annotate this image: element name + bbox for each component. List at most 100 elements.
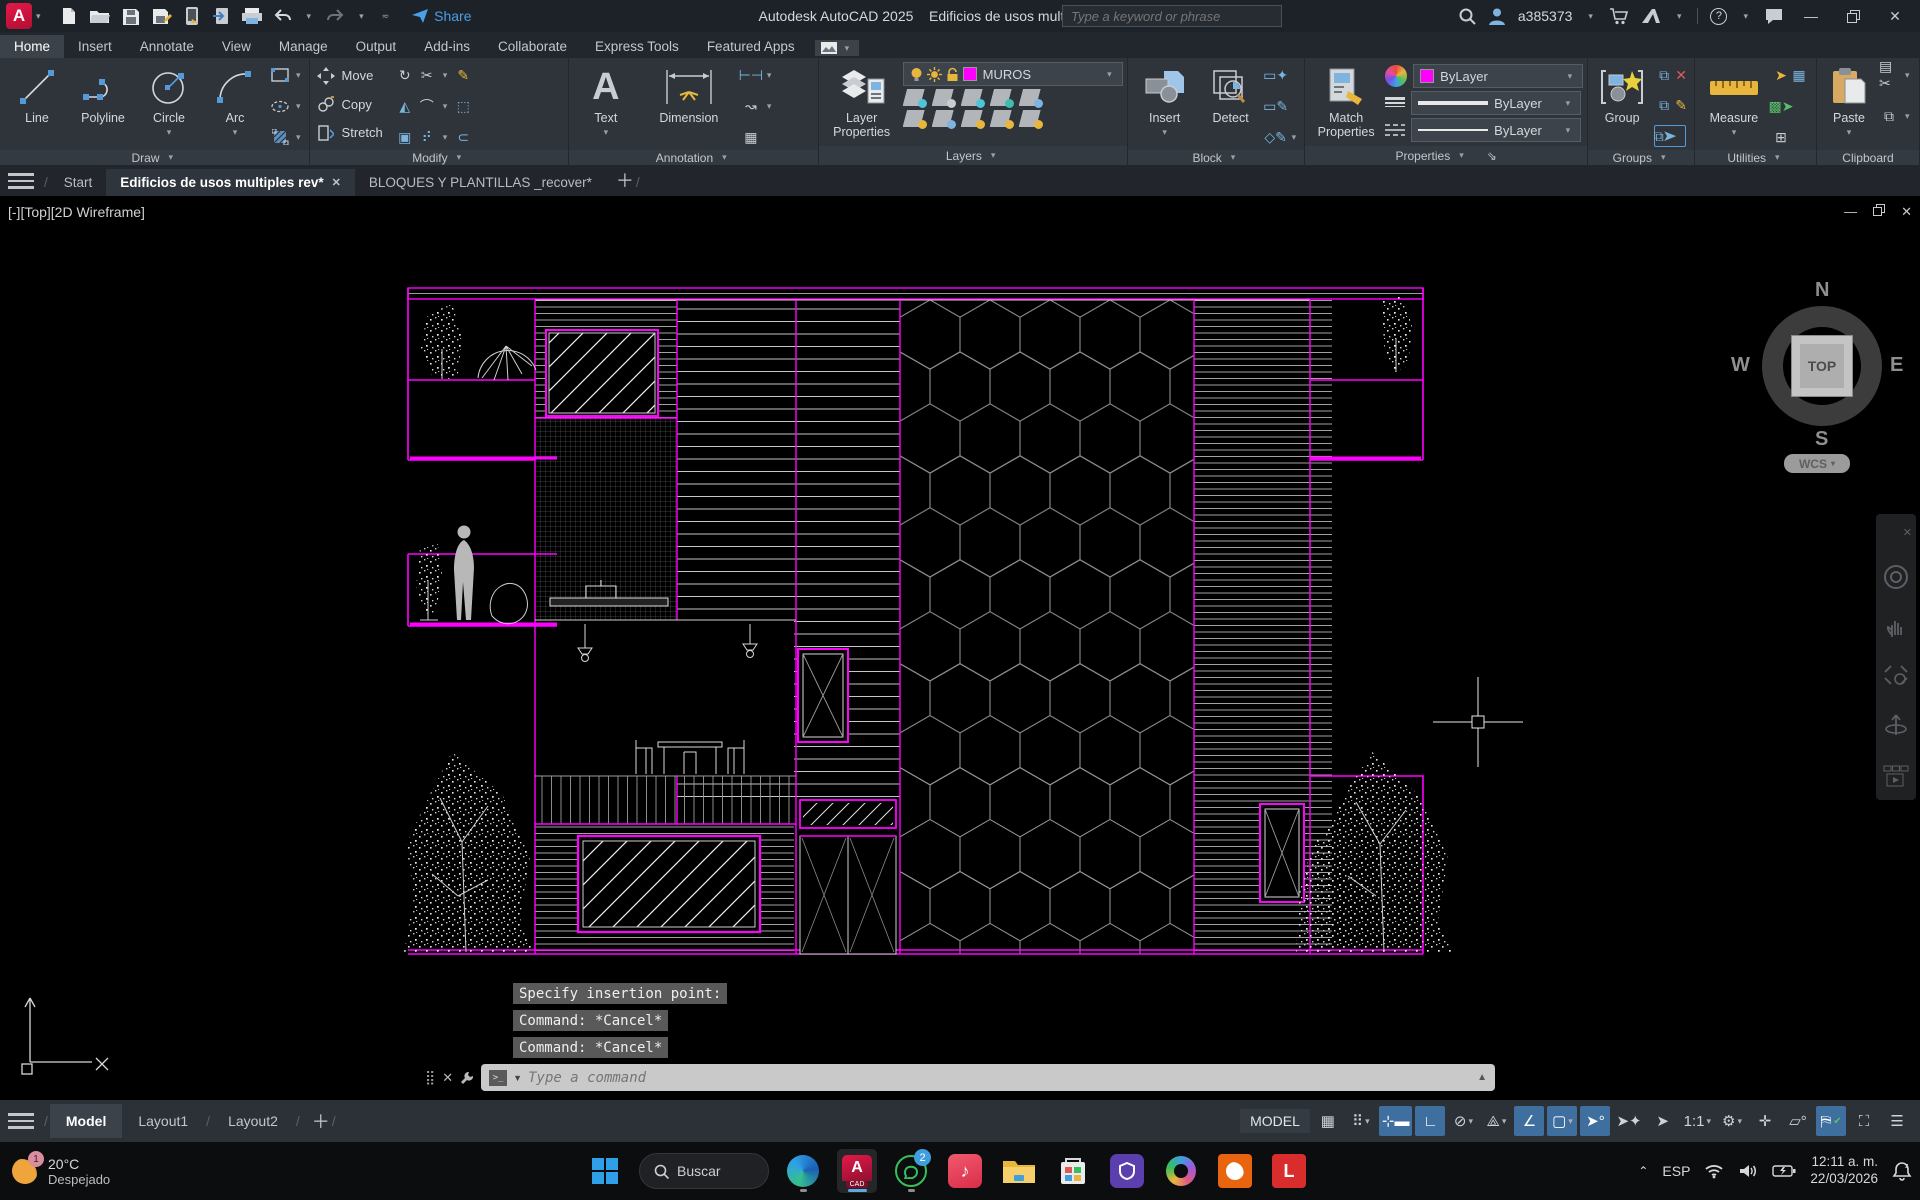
start-button[interactable] bbox=[585, 1149, 625, 1193]
layer-unlock-icon[interactable] bbox=[946, 67, 959, 82]
keyword-search-input[interactable] bbox=[1062, 5, 1282, 27]
select-similar-icon[interactable]: ▩➤ bbox=[1771, 96, 1791, 116]
layer-on-bulb-icon[interactable] bbox=[910, 67, 923, 82]
ellipse-caret-icon[interactable]: ▾ bbox=[296, 101, 301, 112]
line-button[interactable]: Line bbox=[6, 62, 68, 146]
file-tab-doc2[interactable]: BLOQUES Y PLANTILLAS _recover* bbox=[355, 169, 606, 196]
customize-wrench-icon[interactable] bbox=[459, 1070, 475, 1086]
viewcube[interactable]: N S W E TOP bbox=[1762, 306, 1882, 426]
group-edit-icon[interactable]: ⧉ bbox=[1654, 95, 1674, 115]
customize-status-icon[interactable]: ☰ bbox=[1882, 1106, 1912, 1136]
layer-unlock2-icon[interactable] bbox=[990, 110, 1012, 127]
arc-button[interactable]: Arc▾ bbox=[204, 62, 266, 146]
clean-screen-icon[interactable]: ⛶ bbox=[1849, 1106, 1879, 1136]
minimize-button[interactable]: — bbox=[1796, 1, 1826, 31]
notification-bell-icon[interactable]: z bbox=[1892, 1161, 1912, 1181]
measure-caret-icon[interactable]: ▾ bbox=[1732, 127, 1737, 138]
export-icon[interactable] bbox=[211, 7, 231, 25]
group-button[interactable]: Group bbox=[1594, 62, 1650, 146]
pan-hand-icon[interactable] bbox=[1884, 615, 1908, 639]
match-properties-button[interactable]: Match Properties bbox=[1311, 62, 1381, 146]
help-caret-icon[interactable]: ▾ bbox=[1743, 11, 1748, 22]
array-caret-icon[interactable]: ▾ bbox=[443, 132, 448, 143]
tab-annotate[interactable]: Annotate bbox=[126, 35, 208, 58]
save-as-icon[interactable] bbox=[151, 7, 173, 25]
help-icon[interactable]: ? bbox=[1710, 8, 1727, 25]
viewport-restore-icon[interactable] bbox=[1873, 204, 1885, 220]
isometric-drafting-toggle[interactable]: ⟁▾ bbox=[1481, 1106, 1511, 1136]
polar-tracking-toggle[interactable]: ⊘▾ bbox=[1448, 1106, 1478, 1136]
drawing-canvas[interactable]: [-][Top][2D Wireframe] — ✕ N S W E TOP W… bbox=[0, 196, 1920, 1100]
linetype-select[interactable]: ByLayer▾ bbox=[1411, 118, 1581, 142]
music-icon[interactable]: ♪ bbox=[945, 1149, 985, 1193]
model-space-indicator[interactable]: MODEL bbox=[1240, 1109, 1310, 1133]
rotate-icon[interactable]: ↻ bbox=[395, 65, 415, 85]
panel-label-draw[interactable]: Draw▾ bbox=[0, 150, 309, 165]
tab-manage[interactable]: Manage bbox=[265, 35, 342, 58]
create-block-icon[interactable]: ▭✦ bbox=[1266, 65, 1286, 85]
table-icon[interactable]: ▦ bbox=[741, 127, 761, 147]
dim-linear-caret-icon[interactable]: ▾ bbox=[767, 70, 772, 81]
viewcube-south[interactable]: S bbox=[1815, 428, 1828, 451]
language-indicator[interactable]: ESP bbox=[1662, 1163, 1690, 1179]
dim-linear-icon[interactable]: ⊢⊣ bbox=[741, 65, 761, 85]
snap-toggle[interactable]: ⠿▾ bbox=[1346, 1106, 1376, 1136]
panel-label-properties[interactable]: Properties▾⇘ bbox=[1305, 146, 1587, 165]
command-input[interactable] bbox=[528, 1070, 1471, 1086]
hatch-caret-icon[interactable]: ▾ bbox=[296, 132, 301, 143]
paste-caret-icon[interactable]: ▾ bbox=[1847, 127, 1852, 138]
tab-insert[interactable]: Insert bbox=[64, 35, 126, 58]
zoom-extents-icon[interactable] bbox=[1883, 664, 1909, 688]
edge-icon[interactable] bbox=[783, 1149, 823, 1193]
command-expand-icon[interactable]: ▲ bbox=[1477, 1072, 1487, 1083]
file-explorer-icon[interactable] bbox=[999, 1149, 1039, 1193]
whatsapp-icon[interactable]: 2 bbox=[891, 1149, 931, 1193]
clock[interactable]: 12:11 a. m. 22/03/2026 bbox=[1810, 1154, 1878, 1188]
polyline-button[interactable]: Polyline bbox=[72, 62, 134, 146]
tab-express-tools[interactable]: Express Tools bbox=[581, 35, 693, 58]
weather-widget[interactable]: 1 20°C Despejado bbox=[10, 1156, 110, 1187]
file-tab-doc1[interactable]: Edificios de usos multiples rev*✕ bbox=[106, 169, 355, 196]
quick-calc-icon[interactable]: ⊞ bbox=[1771, 127, 1791, 147]
graphics-performance-icon[interactable]: ⛿✔ bbox=[1816, 1106, 1846, 1136]
file-tabs-menu-icon[interactable] bbox=[8, 168, 34, 194]
panel-label-layers[interactable]: Layers▾ bbox=[819, 146, 1127, 165]
edit-block-icon[interactable]: ▭✎ bbox=[1266, 96, 1286, 116]
shield-app-icon[interactable] bbox=[1107, 1149, 1147, 1193]
open-folder-icon[interactable] bbox=[89, 7, 111, 25]
trim-caret-icon[interactable]: ▾ bbox=[443, 70, 448, 81]
explode-icon[interactable]: ⬚ bbox=[453, 96, 473, 116]
tab-featured-apps[interactable]: Featured Apps bbox=[693, 35, 809, 58]
share-button[interactable]: Share bbox=[411, 8, 471, 24]
layer-lock-icon[interactable] bbox=[990, 89, 1012, 106]
tab-output[interactable]: Output bbox=[342, 35, 411, 58]
volume-icon[interactable] bbox=[1738, 1163, 1758, 1179]
crunchyroll-icon[interactable] bbox=[1215, 1149, 1255, 1193]
layer-isolate-icon[interactable] bbox=[932, 89, 954, 106]
annotation-scale-icon[interactable]: ➤ bbox=[1648, 1106, 1678, 1136]
recent-commands-caret-icon[interactable]: ▼ bbox=[513, 1073, 522, 1083]
battery-icon[interactable] bbox=[1772, 1164, 1796, 1178]
print-icon[interactable] bbox=[241, 7, 263, 25]
dynamic-input-toggle[interactable]: ⊹▬ bbox=[1379, 1106, 1413, 1136]
insert-caret-icon[interactable]: ▾ bbox=[1162, 127, 1167, 138]
attribute-caret-icon[interactable]: ▾ bbox=[1292, 132, 1297, 143]
username[interactable]: a385373 bbox=[1518, 8, 1573, 24]
copy-clip-caret-icon[interactable]: ▾ bbox=[1905, 111, 1910, 122]
detect-button[interactable]: Detect bbox=[1200, 62, 1262, 146]
autocad-app-icon[interactable]: A bbox=[6, 3, 32, 29]
cart-icon[interactable] bbox=[1609, 7, 1629, 25]
viewport-minimize-icon[interactable]: — bbox=[1844, 204, 1857, 220]
workspace-gear-icon[interactable]: ⚙▾ bbox=[1717, 1106, 1747, 1136]
stretch-button[interactable]: Stretch bbox=[316, 119, 383, 146]
layer-match-icon[interactable] bbox=[1019, 110, 1041, 127]
viewcube-north[interactable]: N bbox=[1815, 279, 1829, 302]
user-caret-icon[interactable]: ▾ bbox=[1588, 11, 1593, 22]
object-snap-toggle[interactable]: ▢▾ bbox=[1547, 1106, 1577, 1136]
annotation-visibility-toggle[interactable]: ➤° bbox=[1580, 1106, 1610, 1136]
wcs-menu[interactable]: WCS▾ bbox=[1784, 454, 1850, 473]
text-caret-icon[interactable]: ▾ bbox=[604, 127, 609, 138]
viewport-close-icon[interactable]: ✕ bbox=[1901, 204, 1912, 220]
layer-properties-button[interactable]: Layer Properties bbox=[825, 62, 899, 146]
ortho-toggle[interactable]: ∟ bbox=[1415, 1106, 1445, 1136]
